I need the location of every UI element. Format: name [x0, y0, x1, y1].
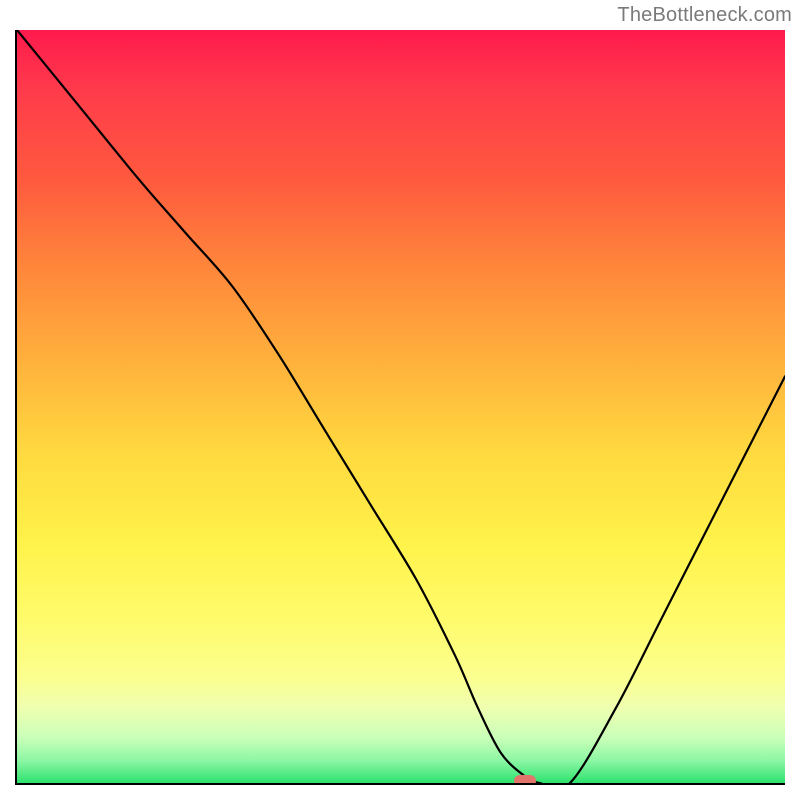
bottleneck-curve [17, 30, 785, 783]
plot-area [15, 30, 785, 785]
optimal-point-marker [514, 775, 536, 785]
chart-container: TheBottleneck.com [0, 0, 800, 800]
watermark-text: TheBottleneck.com [617, 4, 792, 27]
